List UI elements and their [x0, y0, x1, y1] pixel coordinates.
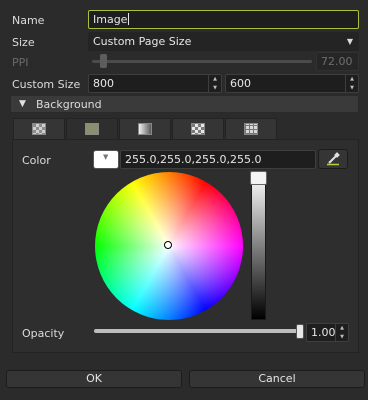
tab-checker[interactable] — [172, 118, 224, 140]
chevron-down-icon: ▼ — [103, 153, 109, 161]
ok-button[interactable]: OK — [6, 370, 182, 388]
height-spin-buttons[interactable]: ▲ ▼ — [345, 75, 358, 92]
ppi-label: PPI — [12, 56, 29, 69]
solid-color-icon — [85, 123, 99, 135]
opacity-value: 1.00 — [311, 326, 336, 339]
size-dropdown[interactable]: Custom Page Size ▼ — [88, 32, 359, 51]
tab-gradient[interactable] — [119, 118, 171, 140]
cancel-button[interactable]: Cancel — [189, 370, 365, 388]
color-value-field[interactable]: 255.0,255.0,255.0,255.0 — [120, 150, 316, 169]
color-wheel-picker[interactable] — [164, 241, 172, 249]
text-cursor — [128, 13, 130, 25]
ppi-slider-handle — [100, 54, 107, 68]
opacity-label: Opacity — [22, 327, 65, 340]
checker-pattern-icon — [32, 123, 46, 135]
width-value: 800 — [93, 77, 114, 90]
opacity-spin-buttons[interactable]: ▲ ▼ — [335, 324, 348, 341]
name-field[interactable]: Image — [88, 10, 359, 29]
color-value: 255.0,255.0,255.0,255.0 — [125, 153, 262, 166]
color-swatch-button[interactable]: ▼ — [93, 150, 119, 169]
brightness-slider[interactable] — [251, 173, 266, 320]
ppi-field: 72.00 — [316, 52, 359, 71]
chevron-down-icon: ▼ — [346, 37, 353, 46]
width-spin-buttons[interactable]: ▲ ▼ — [208, 75, 221, 92]
eyedropper-icon — [327, 152, 340, 166]
opacity-spinbox[interactable]: 1.00 ▲ ▼ — [306, 323, 349, 342]
name-label: Name — [12, 14, 45, 27]
tab-solid[interactable] — [66, 118, 118, 140]
opacity-slider[interactable] — [94, 324, 304, 340]
gradient-icon — [138, 123, 152, 135]
grid-icon — [244, 123, 258, 135]
checkerboard-icon — [191, 123, 205, 135]
tab-grid[interactable] — [225, 118, 277, 140]
name-value: Image — [93, 13, 128, 26]
tab-transparent[interactable] — [13, 118, 65, 140]
ppi-slider — [92, 54, 312, 68]
eyedropper-button[interactable] — [318, 149, 348, 169]
opacity-slider-handle[interactable] — [296, 324, 304, 339]
color-label: Color — [22, 154, 51, 167]
height-value: 600 — [230, 77, 251, 90]
size-value: Custom Page Size — [93, 35, 192, 48]
height-spinbox[interactable]: 600 ▲ ▼ — [225, 74, 359, 93]
background-section-header[interactable]: ▼ Background — [10, 95, 359, 113]
background-label: Background — [36, 98, 102, 111]
size-label: Size — [12, 36, 35, 49]
custom-size-label: Custom Size — [12, 78, 81, 91]
collapse-triangle-icon: ▼ — [19, 99, 26, 109]
width-spinbox[interactable]: 800 ▲ ▼ — [88, 74, 222, 93]
brightness-slider-handle[interactable] — [250, 171, 267, 185]
ppi-value: 72.00 — [321, 55, 353, 68]
